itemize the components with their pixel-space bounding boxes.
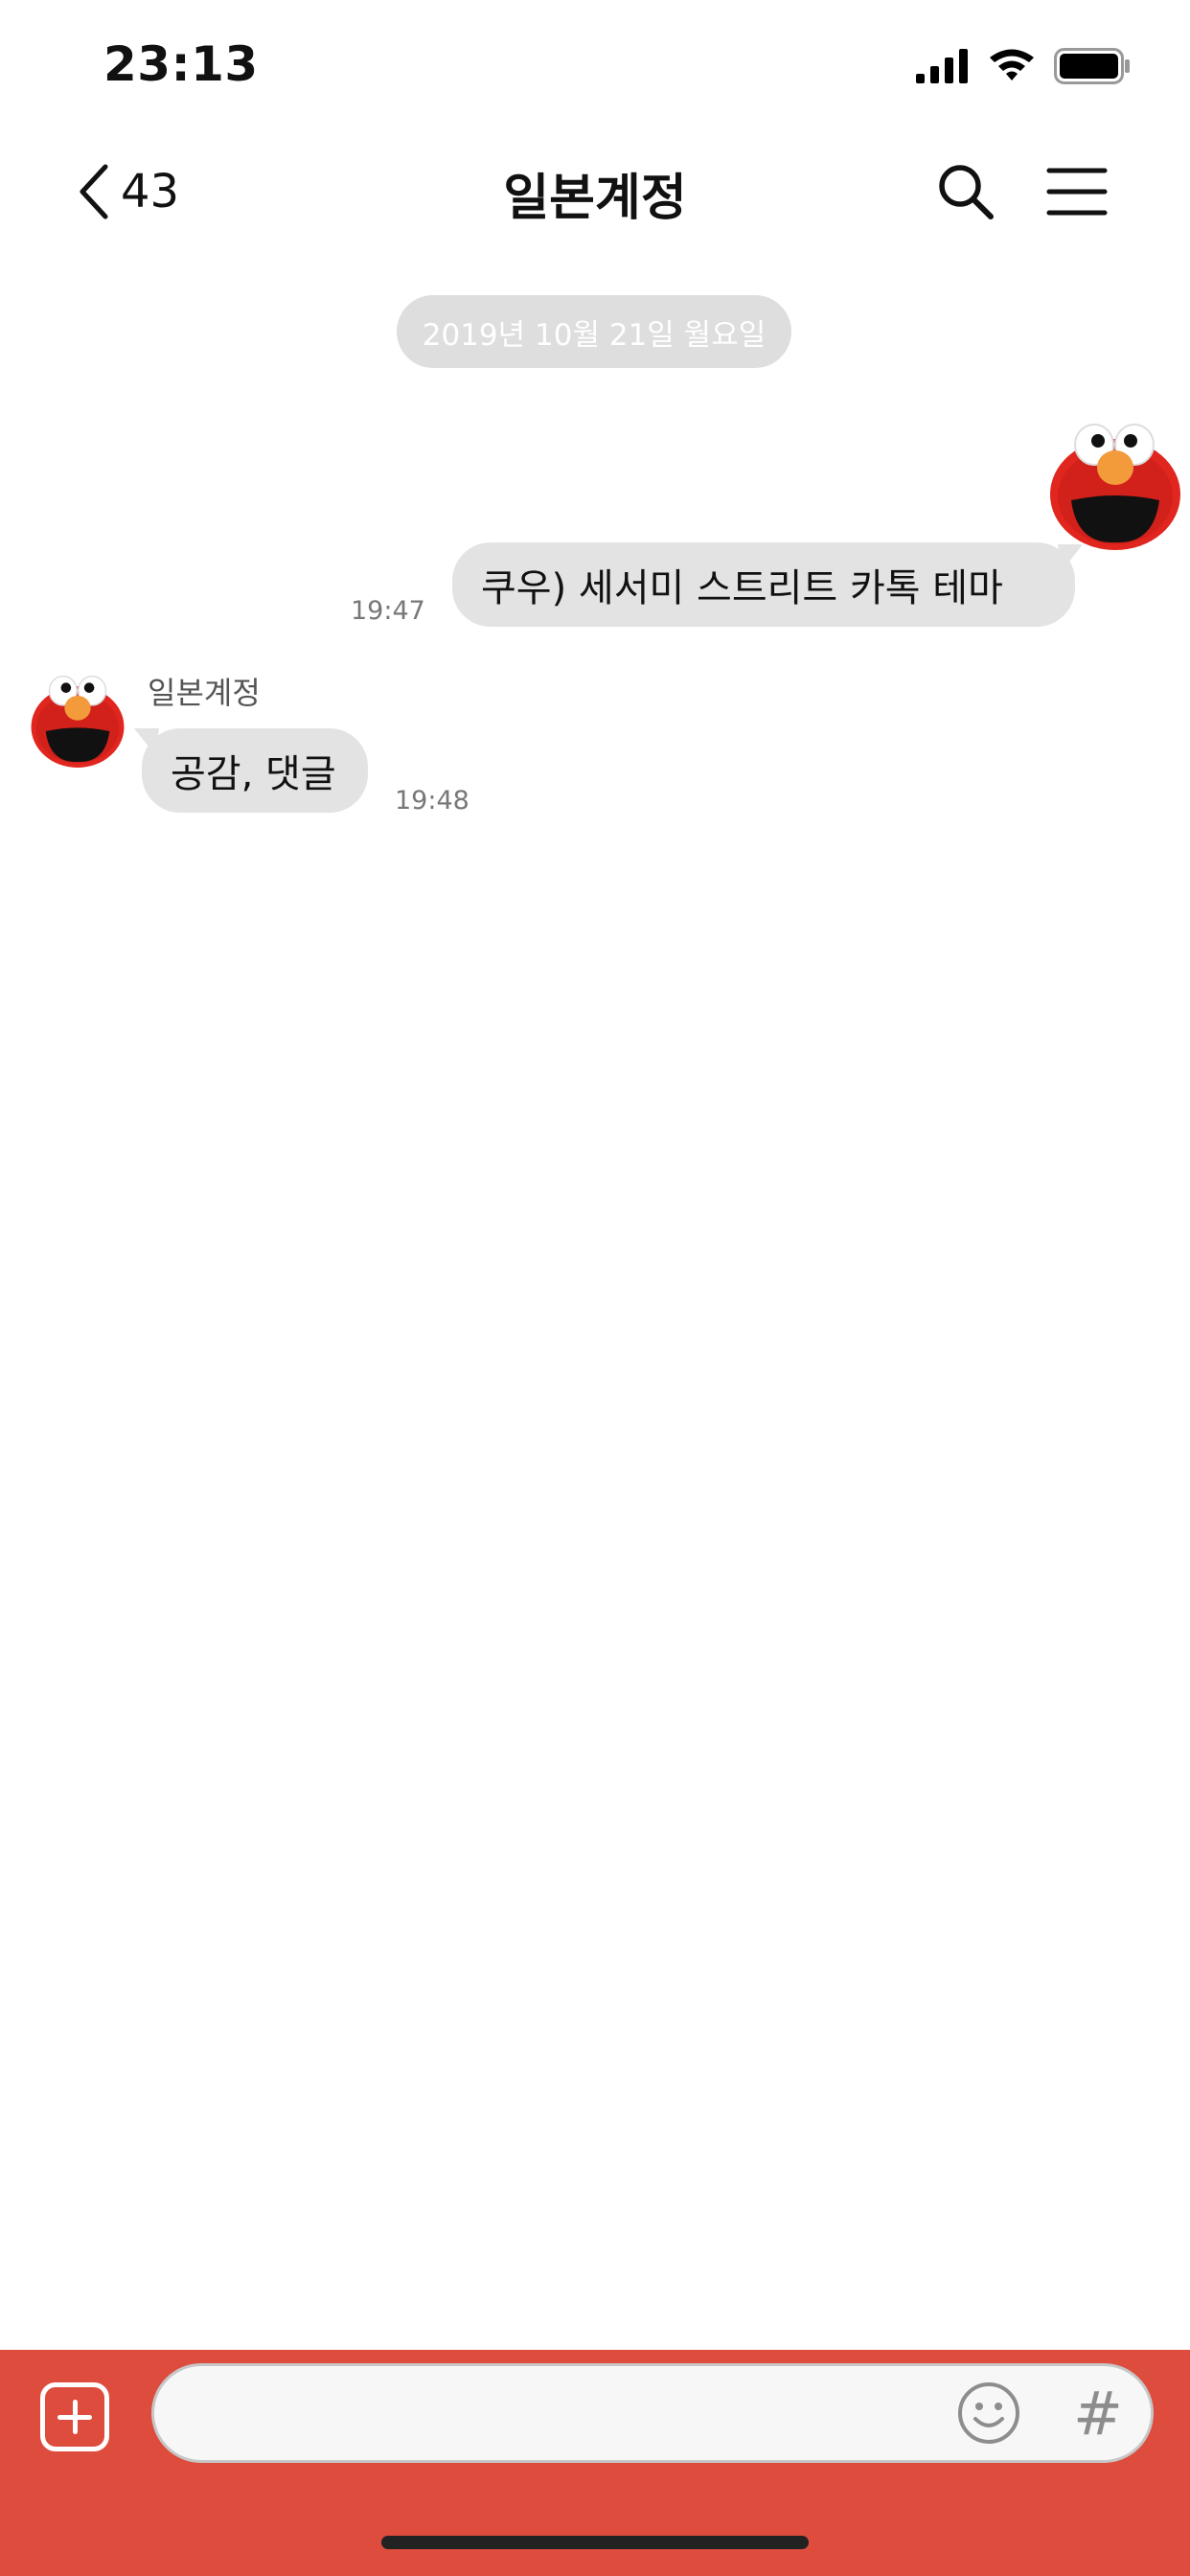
status-bar: 23:13 <box>0 0 1190 134</box>
bubble-tail-right <box>1058 544 1083 571</box>
elmo-avatar-icon <box>27 669 128 770</box>
hashtag-search-button[interactable]: # <box>1073 2379 1123 2449</box>
message-time: 19:48 <box>395 786 469 816</box>
message-input-bar: # <box>0 2350 1190 2576</box>
status-icons <box>916 42 1131 90</box>
menu-button[interactable] <box>1046 165 1108 218</box>
wifi-icon <box>990 49 1034 80</box>
date-divider: 2019년 10월 21일 월요일 <box>397 295 791 368</box>
incoming-message-bubble[interactable]: 공감, 댓글 <box>142 728 368 813</box>
outgoing-message-bubble[interactable]: 쿠우) 세서미 스트리트 카톡 테마 <box>452 542 1075 627</box>
chat-screen: 23:13 일본계정 43 2019년 10월 21일 월요일 쿠우) 세서미 … <box>0 0 1190 2576</box>
message-text: 공감, 댓글 <box>171 752 336 796</box>
sender-name: 일본계정 <box>148 675 261 711</box>
smiley-icon <box>958 2382 1019 2444</box>
my-profile-avatar[interactable] <box>1048 420 1182 554</box>
hamburger-menu-icon <box>1046 168 1108 216</box>
cellular-signal-icon <box>916 49 968 83</box>
chat-header: 일본계정 43 <box>0 144 1190 240</box>
status-time: 23:13 <box>103 36 259 92</box>
elmo-avatar-icon <box>1050 424 1180 550</box>
sender-profile-avatar[interactable] <box>27 669 128 770</box>
chevron-left-icon <box>80 164 108 219</box>
message-time: 19:47 <box>351 596 425 626</box>
unread-count: 43 <box>121 165 180 218</box>
search-button[interactable] <box>935 161 996 222</box>
back-button[interactable]: 43 <box>75 161 179 222</box>
attach-plus-button[interactable] <box>40 2382 109 2451</box>
emoji-button[interactable] <box>956 2380 1021 2446</box>
home-indicator[interactable] <box>381 2536 809 2549</box>
search-icon <box>939 165 994 219</box>
battery-icon <box>1054 48 1130 84</box>
message-text: 쿠우) 세서미 스트리트 카톡 테마 <box>481 566 1003 610</box>
